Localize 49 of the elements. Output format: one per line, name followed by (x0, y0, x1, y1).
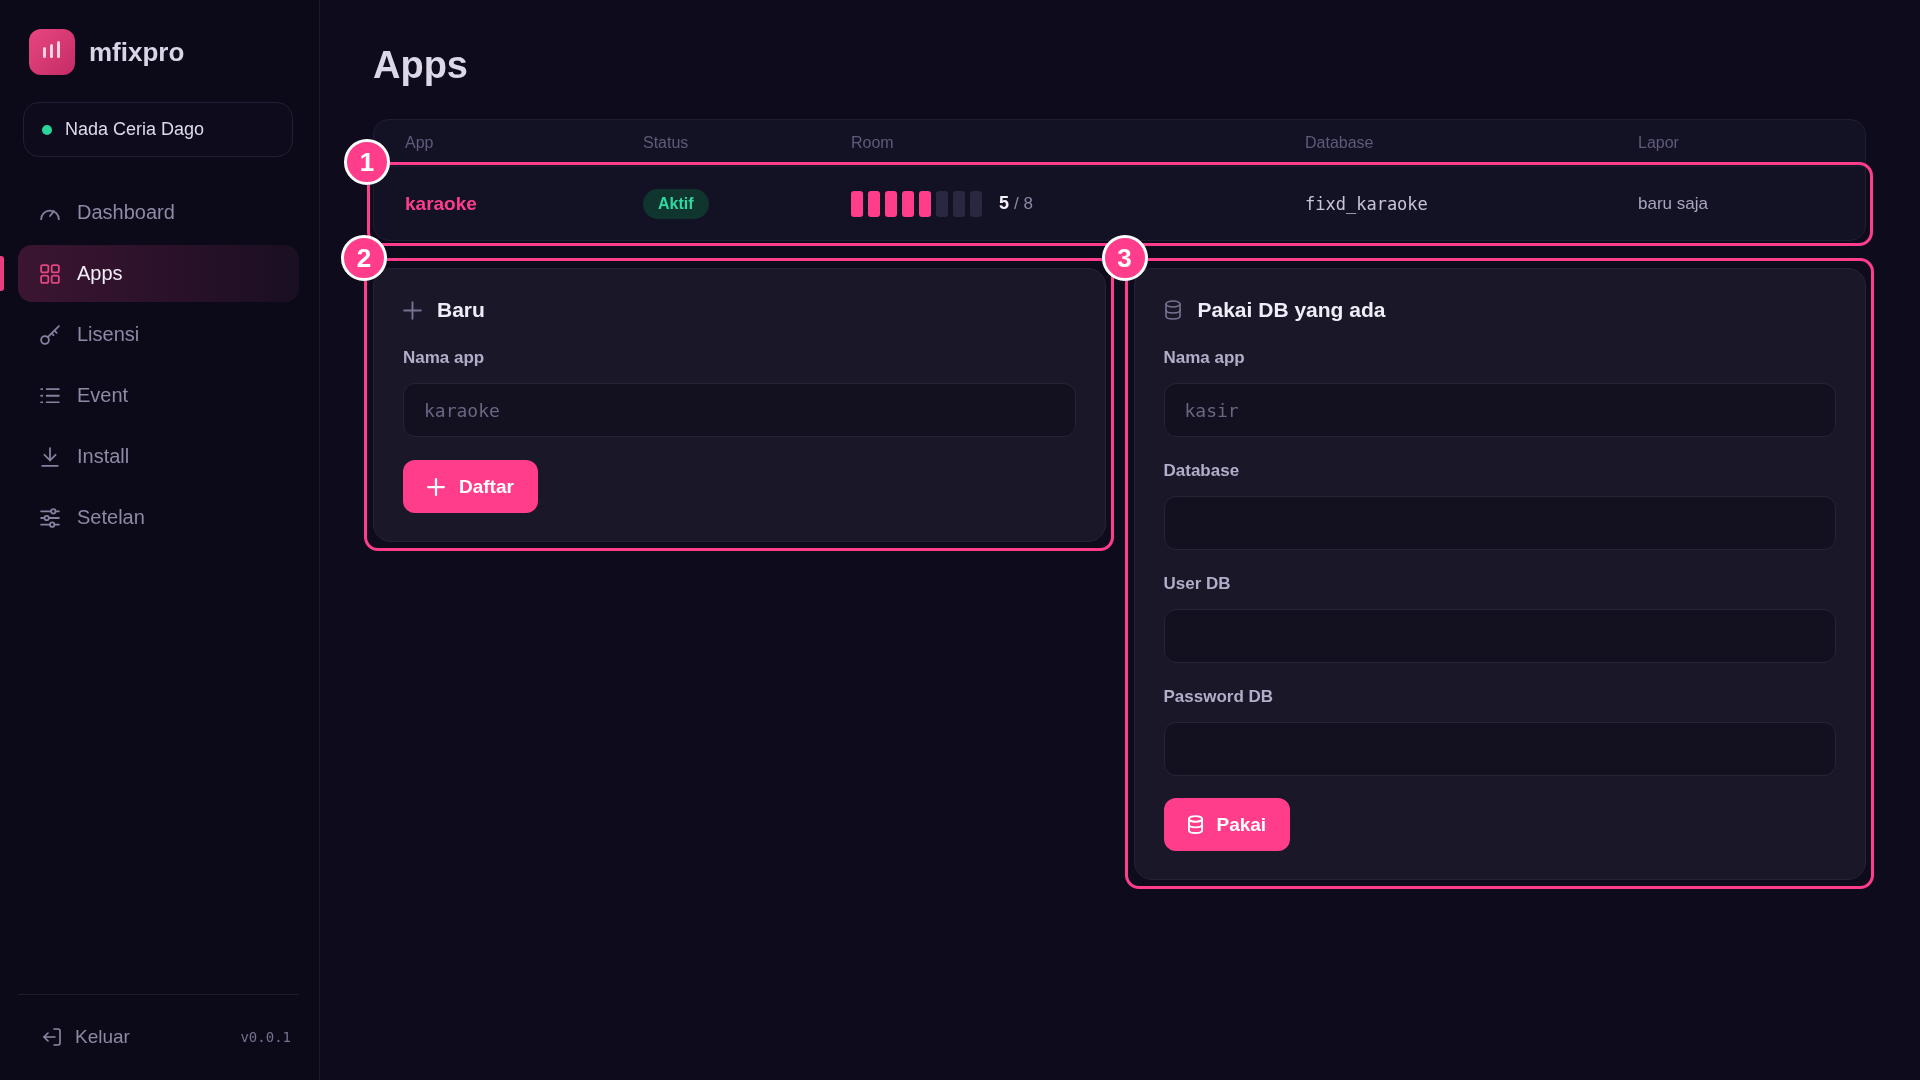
callout-badge: 1 (344, 139, 390, 185)
column-header: App (405, 134, 435, 152)
grid-icon (40, 263, 60, 284)
app-name-link[interactable]: karaoke (405, 192, 477, 215)
input-field[interactable]: kasir (1163, 383, 1836, 437)
room-total: / 8 (1014, 193, 1033, 214)
use-database-button[interactable]: Pakai (1163, 798, 1291, 851)
callout-badge: 2 (341, 235, 387, 281)
input-field[interactable] (1163, 722, 1836, 776)
field-label: Nama app (403, 348, 486, 368)
database-icon (1187, 815, 1203, 834)
brand-name: mfixpro (89, 36, 185, 68)
nav-item[interactable]: Lisensi (18, 306, 299, 363)
version-label: v0.0.1 (240, 1029, 291, 1045)
input-field[interactable] (1163, 496, 1836, 550)
nav-item[interactable]: Dashboard (18, 184, 299, 241)
card-title: Pakai DB yang ada (1197, 297, 1386, 323)
download-icon (41, 446, 59, 467)
table-cell: fixd_karaoke (1305, 193, 1428, 214)
card-title: Baru (437, 297, 485, 323)
key-icon (40, 324, 60, 345)
field-label: Nama app (1163, 348, 1246, 368)
column-header: Database (1305, 134, 1375, 152)
room-count: 5 (999, 193, 1009, 214)
workspace-selector[interactable]: Nada Ceria Dago (23, 102, 293, 157)
field-label: Password DB (1163, 687, 1275, 707)
logout-icon (43, 1028, 61, 1046)
table-cell: baru saja (1638, 193, 1708, 214)
logout-button[interactable]: Keluar (18, 1016, 134, 1058)
input-field[interactable] (1163, 609, 1836, 663)
column-header: Status (643, 134, 690, 152)
input-field[interactable]: karaoke (403, 383, 1076, 437)
active-indicator (0, 256, 4, 291)
nav-item[interactable]: Install (18, 428, 299, 485)
status-badge: Aktif (643, 188, 709, 219)
sliders-icon (40, 507, 60, 528)
plus-icon (403, 300, 422, 320)
column-header: Room (851, 134, 895, 152)
nav-item[interactable]: Event (18, 367, 299, 424)
field-label: User DB (1163, 574, 1232, 594)
nav-item[interactable]: Setelan (18, 489, 299, 546)
field-label: Database (1163, 461, 1241, 481)
register-button[interactable]: Daftar (403, 460, 538, 513)
plus-icon (427, 477, 445, 496)
page-title: Apps (373, 43, 469, 88)
list-icon (40, 387, 60, 404)
column-header: Lapor (1638, 134, 1680, 152)
database-icon (1164, 300, 1181, 320)
logo-icon (29, 29, 75, 75)
